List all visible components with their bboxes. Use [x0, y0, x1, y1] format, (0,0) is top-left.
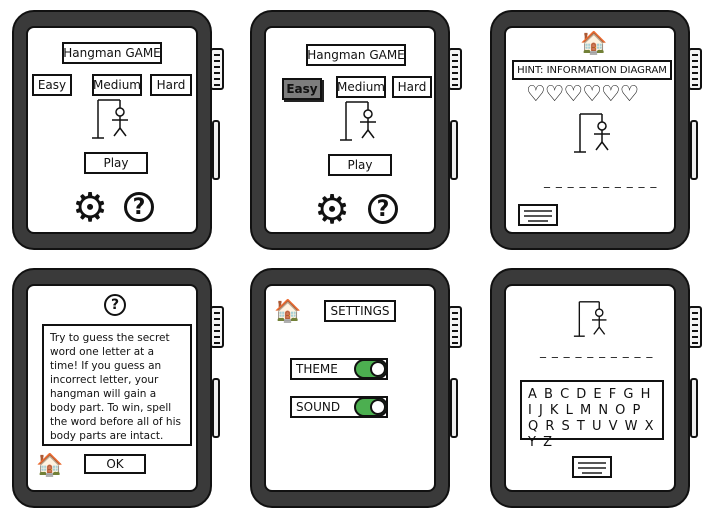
watch-menu-selected: Hangman GAME Easy Medium Hard Play ⚙ ? [250, 10, 462, 250]
letter-keyboard[interactable]: A B C D E F G H I J K L M N O P Q R S T … [520, 380, 664, 450]
heart-icon: ♡ [563, 82, 583, 107]
help-icon: ? [104, 294, 126, 316]
play-button[interactable]: Play [84, 152, 148, 174]
instructions-text: Try to guess the secret word one letter … [42, 324, 192, 446]
help-screen: ? Try to guess the secret word one lette… [26, 284, 198, 492]
hangman-figure [573, 301, 607, 337]
easy-button-selected[interactable]: Easy [282, 78, 322, 100]
keyboard-icon[interactable] [518, 204, 558, 226]
watch-menu: Hangman GAME Easy Medium Hard Play ⚙ ? [12, 10, 224, 250]
hangman-figure [92, 99, 128, 139]
watch-settings: 🏠 SETTINGS THEME SOUND [250, 268, 462, 508]
home-icon[interactable]: 🏠 [274, 300, 301, 324]
home-icon[interactable]: 🏠 [580, 32, 607, 56]
hangman-figure [574, 113, 610, 153]
hard-button[interactable]: Hard [150, 74, 192, 96]
heart-icon: ♡ [600, 82, 621, 107]
home-icon[interactable]: 🏠 [36, 454, 63, 478]
word-blanks: _ _ _ _ _ _ _ _ _ _ [540, 344, 654, 358]
heart-icon: ♡ [544, 82, 565, 107]
theme-toggle[interactable] [354, 359, 388, 379]
help-icon[interactable]: ? [368, 194, 398, 224]
hint-label: HINT: INFORMATION DIAGRAM [512, 60, 672, 80]
watch-game: 🏠 HINT: INFORMATION DIAGRAM ♡♡♡♡♡♡ _ _ _… [490, 10, 702, 250]
menu-screen: Hangman GAME Easy Medium Hard Play ⚙ ? [26, 26, 198, 234]
sound-toggle[interactable] [354, 397, 388, 417]
watch-help: ? Try to guess the secret word one lette… [12, 268, 224, 508]
keyboard-screen: _ _ _ _ _ _ _ _ _ _ A B C D E F G H I J … [504, 284, 676, 492]
play-button[interactable]: Play [328, 154, 392, 176]
settings-title: SETTINGS [324, 300, 396, 322]
heart-icon: ♡ [619, 82, 640, 107]
gear-icon[interactable]: ⚙ [70, 188, 110, 228]
easy-button[interactable]: Easy [32, 74, 72, 96]
menu-selected-screen: Hangman GAME Easy Medium Hard Play ⚙ ? [264, 26, 436, 234]
lives-hearts: ♡♡♡♡♡♡ [526, 82, 640, 107]
help-icon[interactable]: ? [124, 192, 154, 222]
word-blanks: _ _ _ _ _ _ _ _ _ _ [544, 174, 658, 188]
settings-screen: 🏠 SETTINGS THEME SOUND [264, 284, 436, 492]
heart-icon: ♡ [526, 82, 546, 107]
heart-icon: ♡ [582, 82, 602, 107]
medium-button[interactable]: Medium [92, 74, 142, 96]
game-title: Hangman GAME [306, 44, 406, 66]
hard-button[interactable]: Hard [392, 76, 432, 98]
medium-button[interactable]: Medium [336, 76, 386, 98]
keyboard-icon[interactable] [572, 456, 612, 478]
ok-button[interactable]: OK [84, 454, 146, 474]
game-screen: 🏠 HINT: INFORMATION DIAGRAM ♡♡♡♡♡♡ _ _ _… [504, 26, 676, 234]
watch-keyboard: _ _ _ _ _ _ _ _ _ _ A B C D E F G H I J … [490, 268, 702, 508]
game-title: Hangman GAME [62, 42, 162, 64]
gear-icon[interactable]: ⚙ [312, 190, 352, 230]
hangman-figure [340, 101, 376, 141]
